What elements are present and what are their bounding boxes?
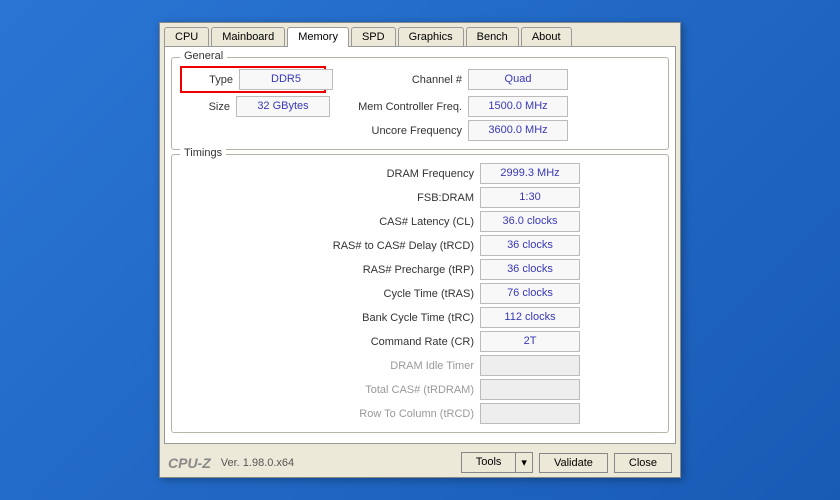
close-button[interactable]: Close <box>614 453 672 473</box>
uncore-value: 3600.0 MHz <box>468 120 568 141</box>
timing-label: CAS# Latency (CL) <box>260 216 474 228</box>
timing-value <box>480 355 580 376</box>
tab-bar: CPU Mainboard Memory SPD Graphics Bench … <box>160 23 680 46</box>
tab-bench[interactable]: Bench <box>466 27 519 46</box>
tab-content: General Type DDR5 Channel # Quad Size 32… <box>164 46 676 444</box>
timings-group: Timings DRAM Frequency2999.3 MHzFSB:DRAM… <box>171 154 669 433</box>
tab-graphics[interactable]: Graphics <box>398 27 464 46</box>
tab-mainboard[interactable]: Mainboard <box>211 27 285 46</box>
validate-button[interactable]: Validate <box>539 453 608 473</box>
memctrl-label: Mem Controller Freq. <box>332 101 462 113</box>
timing-label: Command Rate (CR) <box>260 336 474 348</box>
tools-button[interactable]: Tools <box>461 452 517 473</box>
timing-label: DRAM Frequency <box>260 168 474 180</box>
timing-value: 36 clocks <box>480 235 580 256</box>
timing-label: RAS# Precharge (tRP) <box>260 264 474 276</box>
timing-value: 112 clocks <box>480 307 580 328</box>
timing-label: Bank Cycle Time (tRC) <box>260 312 474 324</box>
timing-label: FSB:DRAM <box>260 192 474 204</box>
timing-value: 76 clocks <box>480 283 580 304</box>
timings-title: Timings <box>180 147 226 159</box>
type-label: Type <box>183 74 233 86</box>
type-highlight: Type DDR5 <box>180 66 326 93</box>
tab-cpu[interactable]: CPU <box>164 27 209 46</box>
cpuz-window: CPU Mainboard Memory SPD Graphics Bench … <box>159 22 681 478</box>
timing-label: Row To Column (tRCD) <box>260 408 474 420</box>
timing-value <box>480 379 580 400</box>
general-group: General Type DDR5 Channel # Quad Size 32… <box>171 57 669 150</box>
timing-label: DRAM Idle Timer <box>260 360 474 372</box>
cpuz-logo: CPU-Z <box>168 455 211 471</box>
general-title: General <box>180 50 227 62</box>
memctrl-value: 1500.0 MHz <box>468 96 568 117</box>
footer: CPU-Z Ver. 1.98.0.x64 Tools ▾ Validate C… <box>160 448 680 477</box>
type-value: DDR5 <box>239 69 333 90</box>
timing-value: 36 clocks <box>480 259 580 280</box>
tab-spd[interactable]: SPD <box>351 27 396 46</box>
timing-label: RAS# to CAS# Delay (tRCD) <box>260 240 474 252</box>
timing-value <box>480 403 580 424</box>
tab-about[interactable]: About <box>521 27 572 46</box>
uncore-label: Uncore Frequency <box>332 125 462 137</box>
timing-value: 36.0 clocks <box>480 211 580 232</box>
size-label: Size <box>180 101 230 113</box>
size-value: 32 GBytes <box>236 96 330 117</box>
version-text: Ver. 1.98.0.x64 <box>221 457 455 469</box>
tools-dropdown-icon[interactable]: ▾ <box>516 452 533 473</box>
timing-value: 1:30 <box>480 187 580 208</box>
tab-memory[interactable]: Memory <box>287 27 349 47</box>
timing-value: 2999.3 MHz <box>480 163 580 184</box>
channel-label: Channel # <box>332 74 462 86</box>
channel-value: Quad <box>468 69 568 90</box>
timing-value: 2T <box>480 331 580 352</box>
tools-split: Tools ▾ <box>461 452 533 473</box>
timing-label: Cycle Time (tRAS) <box>260 288 474 300</box>
timing-label: Total CAS# (tRDRAM) <box>260 384 474 396</box>
